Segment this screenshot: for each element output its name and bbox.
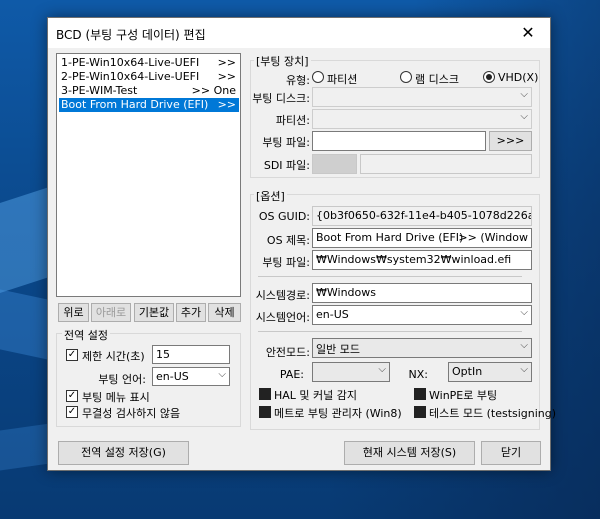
integrity-checkbox[interactable]: ✓ — [66, 406, 78, 418]
chevron-down-icon: ⌵ — [520, 364, 528, 375]
system-language-label: 시스템언어: — [255, 311, 310, 324]
hal-detect-label: HAL 및 커널 감지 — [274, 389, 358, 402]
os-title-label: OS 제목: — [266, 234, 310, 247]
vhd-radio-label: VHD(X) — [498, 71, 539, 84]
vhd-radio[interactable] — [483, 71, 495, 83]
move-down-button[interactable]: 아래로 — [91, 303, 131, 322]
list-item[interactable]: 1-PE-Win10x64-Live-UEFI >> — [59, 56, 239, 70]
timeout-input[interactable]: 15 — [152, 345, 230, 364]
metro-boot-manager-checkbox[interactable] — [259, 406, 271, 418]
os-title-input[interactable]: Boot From Hard Drive (EFI) >> (Window — [312, 228, 532, 248]
entry-suffix: >> — [217, 56, 236, 69]
timeout-label: 제한 시간(초) — [82, 350, 145, 363]
browse-button[interactable]: >>> — [489, 131, 532, 151]
partition-radio-label: 파티션 — [327, 73, 358, 86]
set-default-button[interactable]: 기본값 — [134, 303, 174, 322]
winpe-boot-checkbox[interactable] — [414, 388, 426, 400]
system-language-value: en-US — [316, 308, 349, 321]
safe-mode-value: 일반 모드 — [316, 343, 360, 356]
timeout-checkbox[interactable]: ✓ — [66, 349, 78, 361]
os-title-value: Boot From Hard Drive (EFI) — [316, 231, 464, 244]
options-legend: [옵션] — [254, 188, 287, 204]
chevron-down-icon: ⌵ — [520, 89, 528, 100]
boot-disk-label: 부팅 디스크: — [252, 92, 310, 105]
partition-label: 파티션: — [275, 114, 310, 127]
boot-file-input[interactable] — [312, 131, 486, 151]
boot-menu-checkbox[interactable]: ✓ — [66, 390, 78, 402]
divider — [258, 331, 522, 332]
system-root-input[interactable]: ₩Windows — [312, 283, 532, 303]
system-language-select[interactable]: en-US ⌵ — [312, 305, 532, 325]
winpe-boot-label: WinPE로 부팅 — [429, 389, 498, 402]
nx-label: NX: — [408, 368, 428, 381]
os-guid-label: OS GUID: — [258, 210, 310, 223]
metro-boot-manager-label: 메트로 부팅 관리자 (Win8) — [274, 407, 402, 420]
list-item[interactable]: 2-PE-Win10x64-Live-UEFI >> — [59, 70, 239, 84]
nx-value: OptIn — [452, 365, 483, 378]
boot-device-legend: [부팅 장치] — [254, 53, 311, 69]
partition-radio[interactable] — [312, 71, 324, 83]
entry-label: Boot From Hard Drive (EFI) — [61, 98, 209, 111]
os-guid-field[interactable]: {0b3f0650-632f-11e4-b405-1078d226adbb} — [312, 206, 532, 226]
test-mode-checkbox[interactable] — [414, 406, 426, 418]
add-entry-button[interactable]: 추가 — [176, 303, 206, 322]
sdi-device-field[interactable] — [312, 154, 357, 174]
ramdisk-radio-label: 램 디스크 — [415, 73, 459, 86]
safe-mode-select[interactable]: 일반 모드 ⌵ — [312, 338, 532, 358]
os-title-suffix: >> (Window — [458, 231, 528, 244]
boot-file-label: 부팅 파일: — [262, 136, 310, 149]
entry-label: 3-PE-WIM-Test — [61, 84, 138, 97]
safe-mode-label: 안전모드: — [265, 346, 310, 359]
os-boot-file-label: 부팅 파일: — [262, 256, 310, 269]
entry-label: 1-PE-Win10x64-Live-UEFI — [61, 56, 200, 69]
test-mode-label: 테스트 모드 (testsigning) — [429, 407, 557, 420]
boot-language-value: en-US — [156, 370, 189, 383]
integrity-label: 무결성 검사하지 않음 — [82, 407, 181, 420]
boot-language-select[interactable]: en-US ⌵ — [152, 367, 230, 386]
save-current-system-button[interactable]: 현재 시스템 저장(S) — [344, 441, 475, 465]
title-bar[interactable]: BCD (부팅 구성 데이터) 편집 ✕ — [48, 18, 550, 48]
move-up-button[interactable]: 위로 — [58, 303, 89, 322]
global-settings-legend: 전역 설정 — [62, 327, 110, 343]
chevron-down-icon: ⌵ — [520, 340, 528, 351]
chevron-down-icon: ⌵ — [218, 369, 226, 380]
chevron-down-icon: ⌵ — [520, 307, 528, 318]
boot-entry-list[interactable]: 1-PE-Win10x64-Live-UEFI >> 2-PE-Win10x64… — [56, 53, 241, 297]
entry-suffix: >> One — [191, 84, 236, 97]
os-boot-file-input[interactable]: ₩Windows₩system32₩winload.efi — [312, 250, 532, 270]
entry-label: 2-PE-Win10x64-Live-UEFI — [61, 70, 200, 83]
save-global-settings-button[interactable]: 전역 설정 저장(G) — [58, 441, 189, 465]
nx-select[interactable]: OptIn ⌵ — [448, 362, 532, 382]
boot-language-label: 부팅 언어: — [98, 373, 146, 386]
ramdisk-radio[interactable] — [400, 71, 412, 83]
partition-select[interactable]: ⌵ — [312, 109, 532, 129]
divider — [258, 276, 522, 277]
list-item[interactable]: 3-PE-WIM-Test >> One — [59, 84, 239, 98]
type-label: 유형: — [286, 74, 310, 87]
bcd-edit-dialog: BCD (부팅 구성 데이터) 편집 ✕ 1-PE-Win10x64-Live-… — [47, 17, 556, 471]
sdi-file-label: SDI 파일: — [263, 159, 310, 172]
boot-menu-label: 부팅 메뉴 표시 — [82, 391, 150, 404]
system-root-label: 시스템경로: — [255, 289, 310, 302]
list-item-selected[interactable]: Boot From Hard Drive (EFI) >> — [59, 98, 239, 112]
close-button[interactable]: 닫기 — [481, 441, 541, 465]
chevron-down-icon: ⌵ — [520, 111, 528, 122]
pae-label: PAE: — [279, 368, 304, 381]
boot-disk-select[interactable]: ⌵ — [312, 87, 532, 107]
close-icon[interactable]: ✕ — [506, 18, 550, 48]
hal-detect-checkbox[interactable] — [259, 388, 271, 400]
pae-select[interactable]: ⌵ — [312, 362, 390, 382]
sdi-file-field[interactable] — [360, 154, 532, 174]
window-title: BCD (부팅 구성 데이터) 편집 — [56, 28, 206, 42]
chevron-down-icon: ⌵ — [378, 364, 386, 375]
